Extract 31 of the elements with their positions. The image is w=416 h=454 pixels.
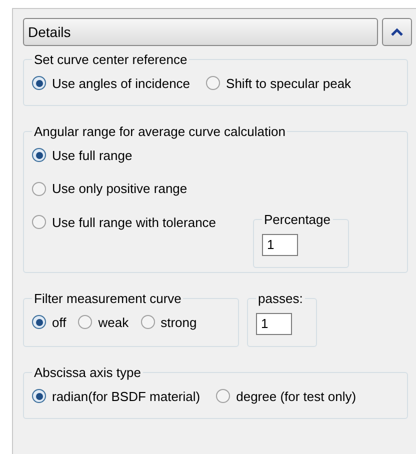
group-title: Abscissa axis type — [33, 364, 142, 382]
group-title: Percentage — [263, 211, 332, 229]
input-field[interactable]: 1 — [256, 312, 292, 334]
radio-button[interactable] — [32, 389, 46, 404]
radio-option[interactable]: Shift to specular peak — [206, 74, 352, 93]
radio-option[interactable]: Use full range — [32, 146, 132, 165]
group-title: Angular range for average curve calculation — [33, 123, 286, 141]
radio-option[interactable]: degree (for test only) — [216, 386, 356, 406]
radio-button[interactable] — [32, 315, 46, 330]
radio-button[interactable] — [216, 389, 230, 404]
radio-button[interactable] — [140, 315, 155, 330]
radio-option[interactable]: weak — [78, 312, 129, 332]
radio-button[interactable] — [78, 315, 92, 330]
group-title: Set curve center reference — [33, 51, 188, 69]
collapse-button[interactable] — [382, 18, 412, 46]
radio-option[interactable]: off — [32, 312, 66, 332]
radio-button[interactable] — [32, 76, 46, 90]
radio-option[interactable]: strong — [140, 312, 197, 332]
radio-button[interactable] — [206, 76, 220, 90]
group-title: Filter measurement curve — [33, 290, 182, 308]
section-header: Details — [23, 18, 378, 46]
input-field[interactable]: 1 — [262, 234, 298, 256]
radio-option[interactable]: radian(for BSDF material) — [32, 386, 200, 406]
radio-option[interactable]: Use angles of incidence — [32, 74, 190, 93]
radio-option[interactable]: Use full range with tolerance — [32, 212, 216, 232]
group-title: passes: — [257, 290, 304, 308]
radio-button[interactable] — [32, 182, 46, 196]
chevron-icon — [390, 28, 404, 36]
radio-button[interactable] — [32, 215, 46, 230]
radio-option[interactable]: Use only positive range — [32, 179, 188, 198]
radio-button[interactable] — [32, 148, 46, 162]
